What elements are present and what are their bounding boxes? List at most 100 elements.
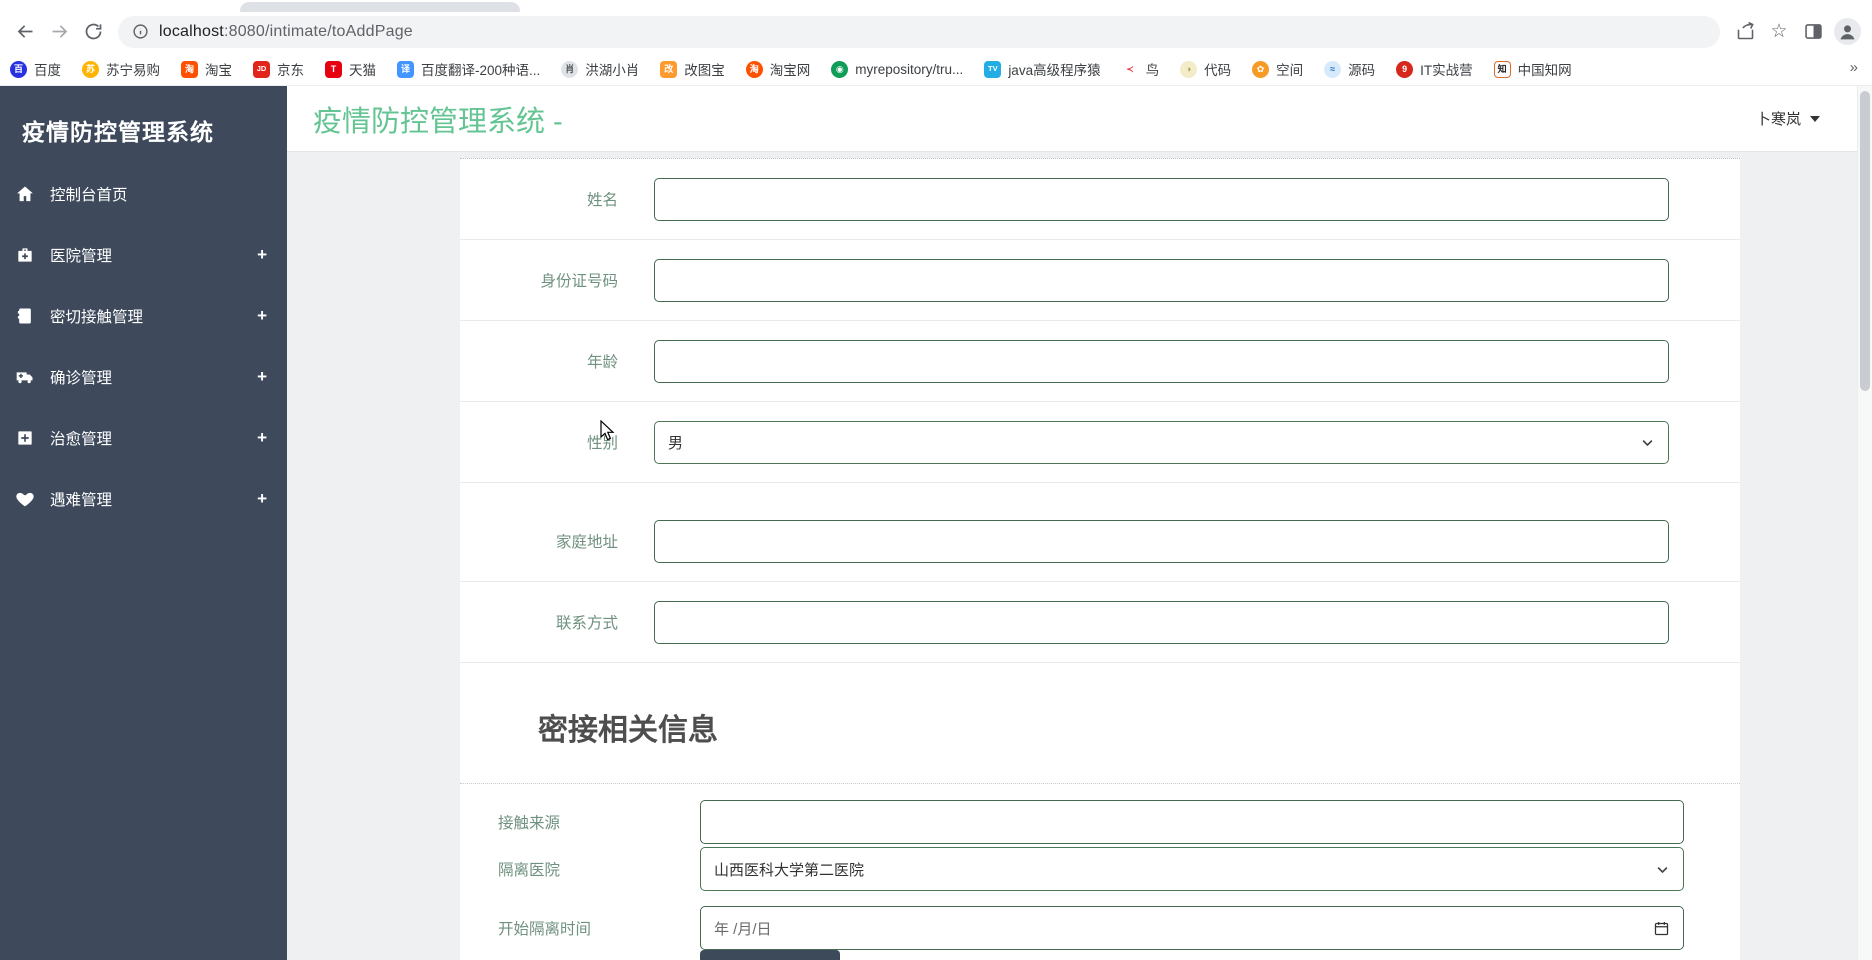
bookmark-item[interactable]: ≈ 源码 xyxy=(1324,59,1375,79)
bookmark-label: java高级程序猿 xyxy=(1008,63,1101,78)
sidebar-item-confirmed[interactable]: 确诊管理 + xyxy=(0,349,287,405)
scrollbar-thumb[interactable] xyxy=(1860,91,1870,391)
bookmark-label: 源码 xyxy=(1348,63,1376,78)
expand-plus-icon[interactable]: + xyxy=(257,428,267,448)
expand-plus-icon[interactable]: + xyxy=(257,489,267,509)
bookmarks-bar: 百 百度 苏 苏宁易购 淘 淘宝 JD 京东 T 天猫 译 百度翻译-200种语… xyxy=(0,53,1872,86)
sidebar-nav: 控制台首页 医院管理 + 密切接触管理 + 确诊管理 + 治愈管理 + 遇难管理… xyxy=(0,166,287,527)
chevron-down-icon xyxy=(1657,866,1668,873)
bookmark-item[interactable]: ◑ 代码 xyxy=(1180,59,1231,79)
bookmark-item[interactable]: ≺ 鸟 xyxy=(1121,59,1160,79)
bookmark-item[interactable]: 百 百度 xyxy=(10,59,61,79)
scrollbar[interactable] xyxy=(1857,86,1872,960)
bookmark-favicon: ≈ xyxy=(1324,60,1342,78)
bookmark-item[interactable]: ✿ 空间 xyxy=(1252,59,1303,79)
sidebar-item-hospital[interactable]: 医院管理 + xyxy=(0,227,287,283)
browser-window: localhost:8080/intimate/toAddPage ☆ 百 百度… xyxy=(0,0,1872,960)
bookmark-label: 苏宁易购 xyxy=(106,63,160,78)
user-menu[interactable]: 卜寒岚 xyxy=(1756,108,1846,129)
sidebar-item-close-contact[interactable]: 密切接触管理 + xyxy=(0,288,287,344)
sidebar-item-deceased[interactable]: 遇难管理 + xyxy=(0,471,287,527)
bookmark-item[interactable]: TV java高级程序猿 xyxy=(984,59,1101,79)
ambulance-icon xyxy=(15,367,35,387)
side-panel-button[interactable] xyxy=(1796,15,1830,49)
bookmark-item[interactable]: JD 京东 xyxy=(253,59,304,79)
share-button[interactable] xyxy=(1728,15,1762,49)
address-bar[interactable]: localhost:8080/intimate/toAddPage xyxy=(118,15,1720,48)
add-intimate-button[interactable]: 添加密接信息 xyxy=(700,950,840,960)
site-info-icon[interactable] xyxy=(132,23,149,40)
isolation-hospital-select[interactable]: 山西医科大学第二医院 xyxy=(700,847,1684,891)
bookmark-label: 洪湖小肖 xyxy=(585,63,640,78)
form-row: 身份证号码 xyxy=(460,240,1740,321)
profile-avatar xyxy=(1833,18,1861,45)
bookmark-item[interactable]: 知 中国知网 xyxy=(1493,59,1572,79)
bookmark-label: 鸟 xyxy=(1145,63,1160,78)
expand-plus-icon[interactable]: + xyxy=(257,306,267,326)
field-label: 接触来源 xyxy=(498,815,561,832)
form-row: 年龄 xyxy=(460,321,1740,402)
mouse-cursor xyxy=(600,420,615,441)
reload-button[interactable] xyxy=(76,15,110,49)
sidebar-item-label: 治愈管理 xyxy=(50,431,113,448)
date-placeholder: 年 /月/日 xyxy=(714,920,772,938)
bookmark-favicon: 淘 xyxy=(745,60,763,78)
expand-plus-icon[interactable]: + xyxy=(257,245,267,265)
form-row: 联系方式 xyxy=(460,582,1740,663)
person-icon xyxy=(1840,25,1854,40)
bookmark-favicon: JD xyxy=(253,60,270,78)
bookmark-item[interactable]: 肖 洪湖小肖 xyxy=(561,59,639,79)
select-value: 山西医科大学第二医院 xyxy=(714,861,865,879)
bookmark-label: myrepository/tru... xyxy=(855,61,964,77)
intimate-info-form: 接触来源 隔离医院 山西医科大学第二医院 开始隔离时间 年 /月/日 xyxy=(460,800,1740,950)
home-address-field[interactable] xyxy=(654,519,1669,563)
bookmark-item[interactable]: 淘 淘宝网 xyxy=(745,59,811,79)
select-value: 男 xyxy=(668,434,684,452)
back-arrow-icon xyxy=(17,25,32,38)
form-row: 隔离医院 山西医科大学第二医院 xyxy=(460,847,1740,891)
url-host: localhost xyxy=(159,22,224,40)
side-panel-icon xyxy=(1804,24,1822,39)
sidebar-item-console-home[interactable]: 控制台首页 xyxy=(0,166,287,222)
field-label: 联系方式 xyxy=(555,615,618,632)
sidebar-app-title: 疫情防控管理系统 xyxy=(22,119,214,145)
bookmark-star-button[interactable]: ☆ xyxy=(1762,15,1796,49)
bookmark-item[interactable]: T 天猫 xyxy=(325,59,376,79)
form-row: 家庭地址 xyxy=(460,501,1740,582)
bookmark-item[interactable]: 改 改图宝 xyxy=(660,59,725,79)
name-field[interactable] xyxy=(654,177,1669,221)
age-field[interactable] xyxy=(654,339,1669,383)
bookmark-label: 中国知网 xyxy=(1517,63,1572,78)
back-button[interactable] xyxy=(8,15,42,49)
forward-button[interactable] xyxy=(42,15,76,49)
contact-book-icon xyxy=(15,306,35,326)
field-label: 家庭地址 xyxy=(555,534,618,551)
sidebar-item-label: 控制台首页 xyxy=(50,187,128,204)
field-label: 性别 xyxy=(586,435,618,452)
bookmark-item[interactable]: 淘 淘宝 xyxy=(181,59,232,79)
bookmark-label: 淘宝网 xyxy=(769,63,811,78)
bookmarks-overflow-chevron[interactable]: » xyxy=(1850,59,1858,76)
profile-button[interactable] xyxy=(1830,15,1864,49)
main-area: 疫情防控管理系统 - 卜寒岚 姓名 身份证号码 年龄 性别 男家庭地址 联系方式 密接相关… xyxy=(287,86,1872,960)
gender-select[interactable]: 男 xyxy=(654,420,1669,464)
contact-source-field[interactable] xyxy=(700,800,1684,844)
bookmark-favicon: 9 xyxy=(1396,60,1414,78)
bookmark-favicon: ≺ xyxy=(1121,60,1139,78)
bookmark-item[interactable]: 译 百度翻译-200种语... xyxy=(397,59,540,79)
browser-tab[interactable] xyxy=(240,2,520,12)
chevron-down-icon xyxy=(1642,439,1653,446)
page-title: 疫情防控管理系统 - xyxy=(313,105,563,138)
id-number-field[interactable] xyxy=(654,258,1669,302)
bookmark-item[interactable]: 9 IT实战营 xyxy=(1396,59,1473,79)
star-icon: ☆ xyxy=(1770,21,1788,42)
sidebar-item-cured[interactable]: 治愈管理 + xyxy=(0,410,287,466)
page-header: 疫情防控管理系统 - 卜寒岚 xyxy=(287,86,1872,152)
contact-field[interactable] xyxy=(654,600,1669,644)
bookmark-item[interactable]: ◉ myrepository/tru... xyxy=(831,60,964,78)
bookmark-item[interactable]: 苏 苏宁易购 xyxy=(82,59,160,79)
sidebar-item-label: 确诊管理 xyxy=(50,370,113,387)
bookmark-label: IT实战营 xyxy=(1420,63,1473,78)
isolation-start-date-field[interactable]: 年 /月/日 xyxy=(700,906,1684,950)
expand-plus-icon[interactable]: + xyxy=(257,367,267,387)
